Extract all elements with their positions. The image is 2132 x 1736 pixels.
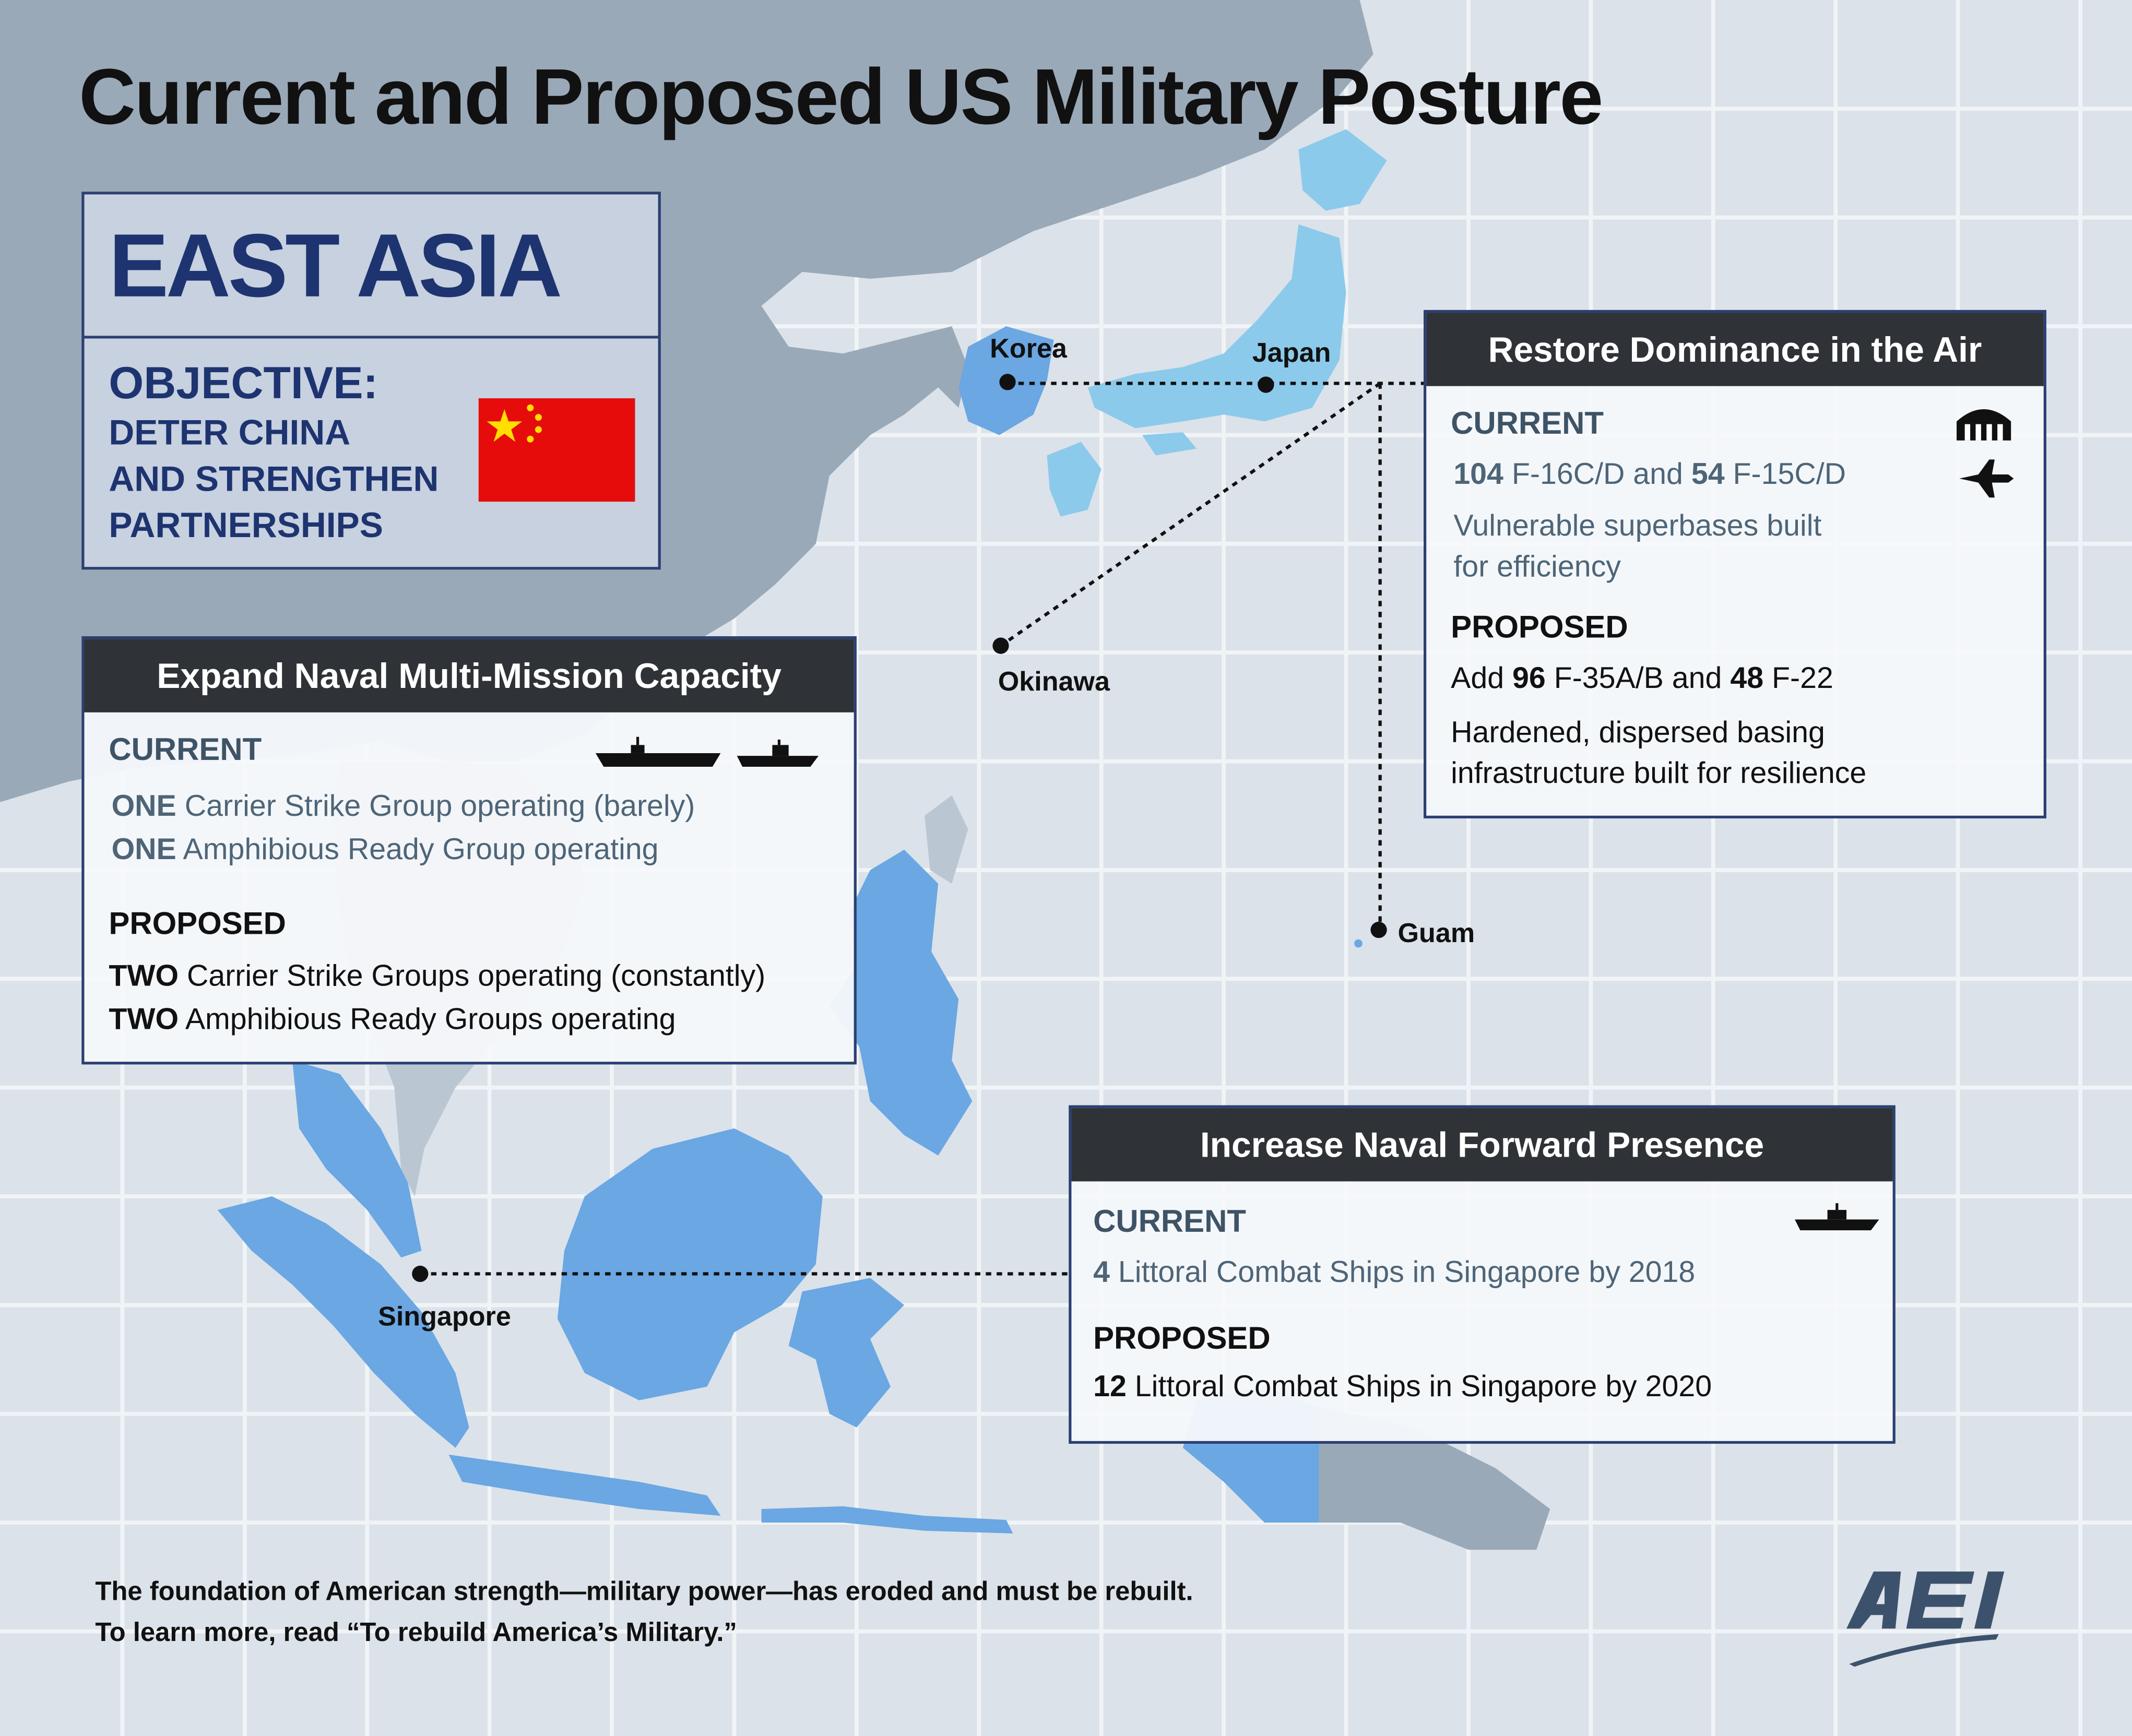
objective-label: OBJECTIVE: — [109, 358, 378, 408]
proposed-label: PROPOSED — [1451, 609, 1628, 645]
current-line: 4 Littoral Combat Ships in Singapore by … — [1093, 1255, 1696, 1289]
region-divider — [84, 336, 658, 339]
hangar-icon — [1957, 409, 2011, 441]
naval-mission-panel: Expand Naval Multi-Mission Capacity CURR… — [81, 636, 857, 1065]
place-label-korea: Korea — [990, 334, 1067, 365]
proposed-line: TWO Amphibious Ready Groups operating — [109, 1002, 676, 1036]
objective-line: DETER CHINA — [109, 412, 351, 453]
infographic: Current and Proposed US Military Posture… — [0, 0, 2132, 1736]
panel-header: Increase Naval Forward Presence — [1071, 1108, 1893, 1182]
footer-line: To learn more, read “To rebuild America’… — [95, 1618, 737, 1648]
region-name: EAST ASIA — [109, 215, 562, 316]
china-flag-icon — [478, 398, 635, 502]
current-label: CURRENT — [1451, 405, 1604, 441]
proposed-label: PROPOSED — [109, 905, 286, 941]
current-line: ONE Carrier Strike Group operating (bare… — [111, 788, 695, 823]
amphibious-ship-icon — [737, 739, 819, 767]
fighter-jet-icon — [1959, 459, 2014, 498]
page-title: Current and Proposed US Military Posture — [79, 53, 1603, 141]
proposed-note-line: infrastructure built for resilience — [1451, 756, 1867, 790]
region-box: EAST ASIA OBJECTIVE: DETER CHINA AND STR… — [81, 192, 661, 570]
panel-header: Restore Dominance in the Air — [1426, 313, 2044, 386]
air-dominance-panel: Restore Dominance in the Air CURRENT 104… — [1424, 310, 2046, 818]
current-note-line: Vulnerable superbases built — [1453, 508, 1822, 543]
current-aircraft-line: 104 F-16C/D and 54 F-15C/D — [1453, 457, 1846, 491]
current-label: CURRENT — [109, 731, 262, 767]
proposed-line: 12 Littoral Combat Ships in Singapore by… — [1093, 1369, 1712, 1403]
proposed-aircraft-line: Add 96 F-35A/B and 48 F-22 — [1451, 660, 1833, 695]
panel-header: Expand Naval Multi-Mission Capacity — [84, 639, 854, 712]
footer-line: The foundation of American strength—mili… — [95, 1577, 1193, 1607]
proposed-note-line: Hardened, dispersed basing — [1451, 715, 1825, 750]
aei-logo — [1846, 1571, 2005, 1667]
place-label-singapore: Singapore — [378, 1302, 511, 1333]
place-label-japan: Japan — [1252, 338, 1331, 368]
current-note-line: for efficiency — [1453, 549, 1621, 584]
naval-forward-panel: Increase Naval Forward Presence CURRENT … — [1069, 1105, 1896, 1444]
current-line: ONE Amphibious Ready Group operating — [111, 832, 659, 866]
combat-ship-icon — [1795, 1203, 1879, 1231]
proposed-label: PROPOSED — [1093, 1320, 1271, 1355]
place-label-guam: Guam — [1397, 919, 1475, 949]
proposed-line: TWO Carrier Strike Groups operating (con… — [109, 958, 766, 993]
objective-line: AND STRENGTHEN — [109, 458, 439, 499]
place-label-okinawa: Okinawa — [998, 667, 1110, 698]
current-label: CURRENT — [1093, 1203, 1246, 1239]
objective-line: PARTNERSHIPS — [109, 504, 383, 545]
aircraft-carrier-icon — [595, 736, 721, 767]
